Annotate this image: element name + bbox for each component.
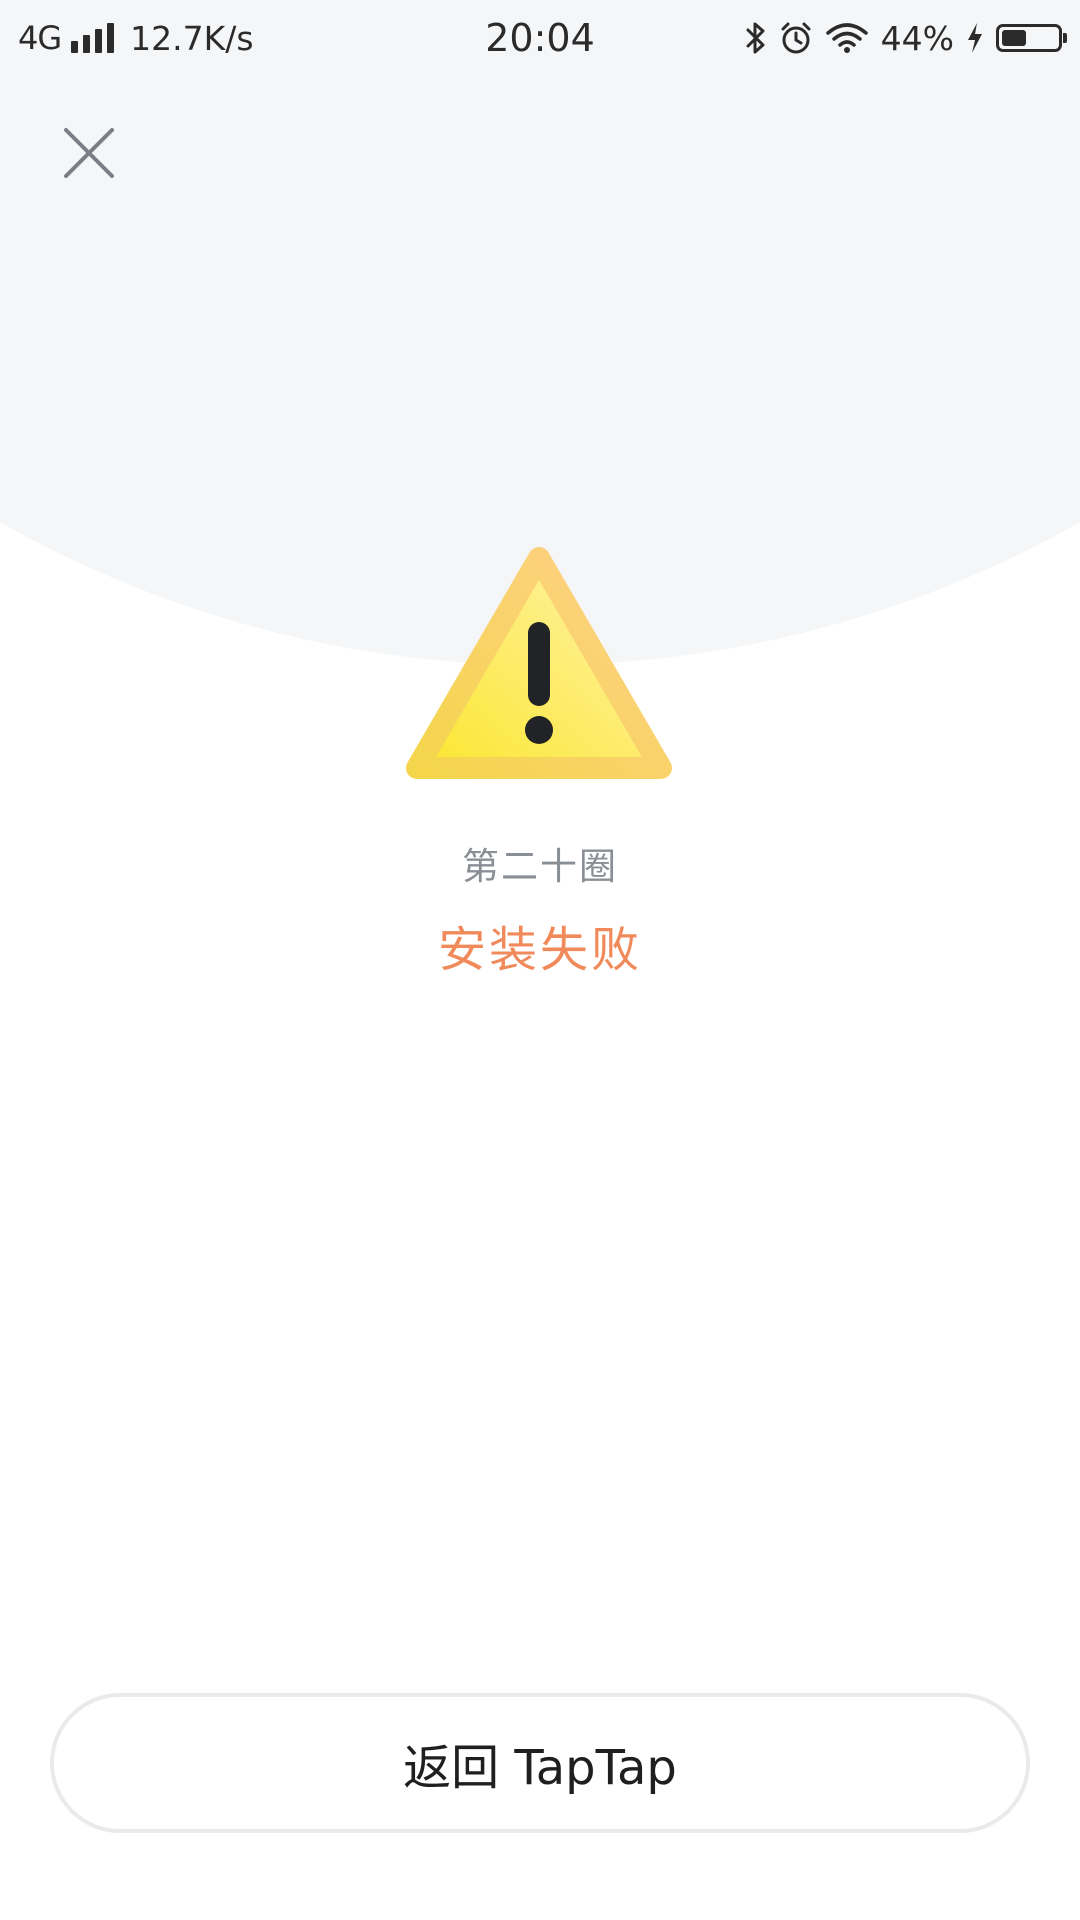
status-bar-right: 44% bbox=[745, 14, 1067, 62]
charging-icon bbox=[968, 23, 982, 53]
return-button-label: 返回 TapTap bbox=[403, 1740, 677, 1796]
wifi-icon bbox=[825, 23, 868, 53]
close-icon bbox=[64, 128, 114, 178]
install-status: 安装失败 bbox=[437, 922, 642, 978]
install-result-screen: 4G 12.7K/s 20:04 44% 第二十圈 安装失败 返回 TapTap bbox=[0, 0, 1080, 1920]
return-taptap-button[interactable]: 返回 TapTap bbox=[50, 1693, 1030, 1833]
warning-icon bbox=[406, 547, 672, 779]
status-bar: 4G 12.7K/s 20:04 44% bbox=[0, 0, 1080, 76]
close-button[interactable] bbox=[54, 118, 124, 188]
battery-percent: 44% bbox=[880, 18, 954, 58]
alarm-icon bbox=[781, 22, 811, 54]
bluetooth-icon bbox=[746, 22, 765, 54]
battery-icon bbox=[996, 24, 1067, 52]
battery-level bbox=[1002, 30, 1026, 46]
app-name: 第二十圈 bbox=[462, 845, 618, 888]
